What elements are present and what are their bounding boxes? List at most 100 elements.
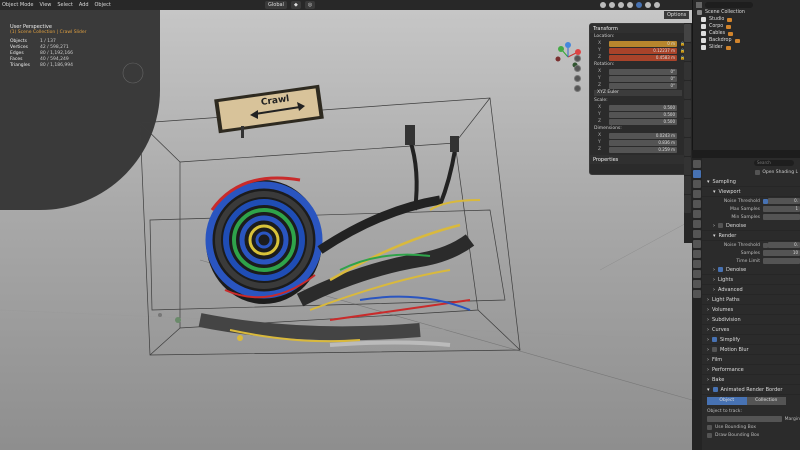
open-shading-checkbox[interactable] <box>755 170 761 175</box>
zoom-icon[interactable] <box>574 55 581 62</box>
margin-label: Margin <box>784 416 800 422</box>
constraints-icon[interactable] <box>693 270 701 278</box>
collection-icon[interactable] <box>693 220 701 228</box>
data-icon[interactable] <box>693 280 701 288</box>
tab-addon[interactable] <box>684 100 691 118</box>
render-denoise[interactable]: › Denoise <box>693 265 800 275</box>
rotation-x[interactable]: X 0° <box>590 68 686 75</box>
snap-icon[interactable]: ◆ <box>290 1 301 9</box>
display-mode-icon[interactable] <box>696 1 702 8</box>
outliner-item[interactable]: Backdrop <box>693 37 800 44</box>
animated-render-border-section[interactable]: ▾ Animated Render Border <box>693 385 800 395</box>
overlay-icon[interactable] <box>609 2 615 8</box>
use-bounding-box[interactable]: Use Bounding Box <box>693 423 800 431</box>
menu-view[interactable]: View <box>40 2 52 8</box>
performance-section[interactable]: › Performance <box>693 365 800 375</box>
material-icon[interactable] <box>693 290 701 298</box>
object-icon[interactable] <box>693 230 701 238</box>
outliner-item[interactable]: Corpo <box>693 23 800 30</box>
tab-item[interactable] <box>684 24 691 42</box>
light-paths-section[interactable]: › Light Paths <box>693 295 800 305</box>
rotation-z[interactable]: Z 0° <box>590 82 686 89</box>
volumes-section[interactable]: › Volumes <box>693 305 800 315</box>
physics-icon[interactable] <box>693 260 701 268</box>
dimension-x[interactable]: X 0.0243 m <box>590 132 686 139</box>
outliner-item[interactable]: Slider <box>693 44 800 51</box>
film-section[interactable]: › Film <box>693 355 800 365</box>
view-layer-icon[interactable] <box>693 190 701 198</box>
rotation-y[interactable]: Y 0° <box>590 75 686 82</box>
viewport-max-samples[interactable]: Max Samples 1 <box>693 205 800 213</box>
advanced-subsection[interactable]: › Advanced <box>693 285 800 295</box>
curves-section[interactable]: › Curves <box>693 325 800 335</box>
pan-icon[interactable] <box>574 65 581 72</box>
simplify-section[interactable]: › Simplify <box>693 335 800 345</box>
location-x[interactable]: X0 m 🔒 <box>590 40 686 47</box>
viewport-noise-threshold[interactable]: Noise Threshold 0. <box>693 197 800 205</box>
proportional-icon[interactable]: ◎ <box>304 1 316 9</box>
properties-search[interactable]: Search <box>754 160 794 166</box>
draw-bounding-box[interactable]: Draw Bounding Box <box>693 431 800 439</box>
solid-shading-icon[interactable] <box>636 2 642 8</box>
dimension-z[interactable]: Z 0.259 m <box>590 146 686 153</box>
lights-subsection[interactable]: › Lights <box>693 275 800 285</box>
options-button[interactable]: Options <box>664 11 690 19</box>
location-z[interactable]: Z 0.4583 m 🔒 <box>590 54 686 61</box>
bake-section[interactable]: › Bake <box>693 375 800 385</box>
subdivision-section[interactable]: › Subdivision <box>693 315 800 325</box>
render-noise-threshold[interactable]: Noise Threshold 0. <box>693 241 800 249</box>
outliner-item-scene-collection[interactable]: Scene Collection <box>693 9 800 16</box>
rotation-mode-select[interactable]: XYZ Euler <box>594 90 682 96</box>
menu-object[interactable]: Object <box>95 2 111 8</box>
scale-x[interactable]: X 0.500 <box>590 104 686 111</box>
xray-icon[interactable] <box>618 2 624 8</box>
scale-y[interactable]: Y 0.500 <box>590 111 686 118</box>
render-subsection[interactable]: ▾ Render <box>693 231 800 241</box>
mode-select[interactable]: Object Mode <box>2 2 34 8</box>
material-shading-icon[interactable] <box>645 2 651 8</box>
modifier-icon[interactable] <box>693 240 701 248</box>
tab-object[interactable]: Object <box>707 397 747 405</box>
tab-addon[interactable] <box>684 157 691 175</box>
outliner-item[interactable]: Studio <box>693 16 800 23</box>
viewport-min-samples[interactable]: Min Samples <box>693 213 800 221</box>
visibility-icon[interactable] <box>600 2 606 8</box>
tab-view[interactable] <box>684 62 691 80</box>
transform-header[interactable]: Transform <box>590 24 686 33</box>
tab-addon[interactable] <box>684 176 691 194</box>
menu-select[interactable]: Select <box>57 2 72 8</box>
tab-tool[interactable] <box>684 43 691 61</box>
outliner-item[interactable]: Cables <box>693 30 800 37</box>
tab-collection[interactable]: Collection <box>746 397 786 405</box>
properties-header[interactable]: Properties <box>590 155 686 164</box>
viewport-denoise[interactable]: › Denoise <box>693 221 800 231</box>
render-time-limit[interactable]: Time Limit <box>693 257 800 265</box>
grid-icon[interactable] <box>574 85 581 92</box>
orientation-select[interactable]: Global <box>265 1 287 9</box>
location-y[interactable]: Y 0.12237 m 🔒 <box>590 47 686 54</box>
object-to-track-field[interactable]: Margin <box>693 415 800 423</box>
motion-blur-section[interactable]: › Motion Blur <box>693 345 800 355</box>
tab-addon[interactable] <box>684 138 691 156</box>
world-icon[interactable] <box>693 210 701 218</box>
tab-addon[interactable] <box>684 195 691 213</box>
object-icon <box>725 45 731 50</box>
camera-icon[interactable] <box>574 75 581 82</box>
rendered-shading-icon[interactable] <box>654 2 660 8</box>
tab-addon[interactable] <box>684 119 691 137</box>
collection-label: (1) Scene Collection | Crawl Slider <box>10 30 87 35</box>
tab-edit[interactable] <box>684 81 691 99</box>
viewport-subsection[interactable]: ▾ Viewport <box>693 187 800 197</box>
outliner-search[interactable] <box>705 1 753 8</box>
particles-icon[interactable] <box>693 250 701 258</box>
render-samples[interactable]: Samples 10 <box>693 249 800 257</box>
wireframe-shading-icon[interactable] <box>627 2 633 8</box>
scale-z[interactable]: Z 0.500 <box>590 118 686 125</box>
output-icon[interactable] <box>693 180 701 188</box>
dimension-y[interactable]: Y 0.836 m <box>590 139 686 146</box>
tool-icon[interactable] <box>693 160 701 168</box>
sampling-section[interactable]: ▾ Sampling <box>693 177 800 187</box>
menu-add[interactable]: Add <box>79 2 89 8</box>
render-icon[interactable] <box>693 170 701 178</box>
scene-icon[interactable] <box>693 200 701 208</box>
